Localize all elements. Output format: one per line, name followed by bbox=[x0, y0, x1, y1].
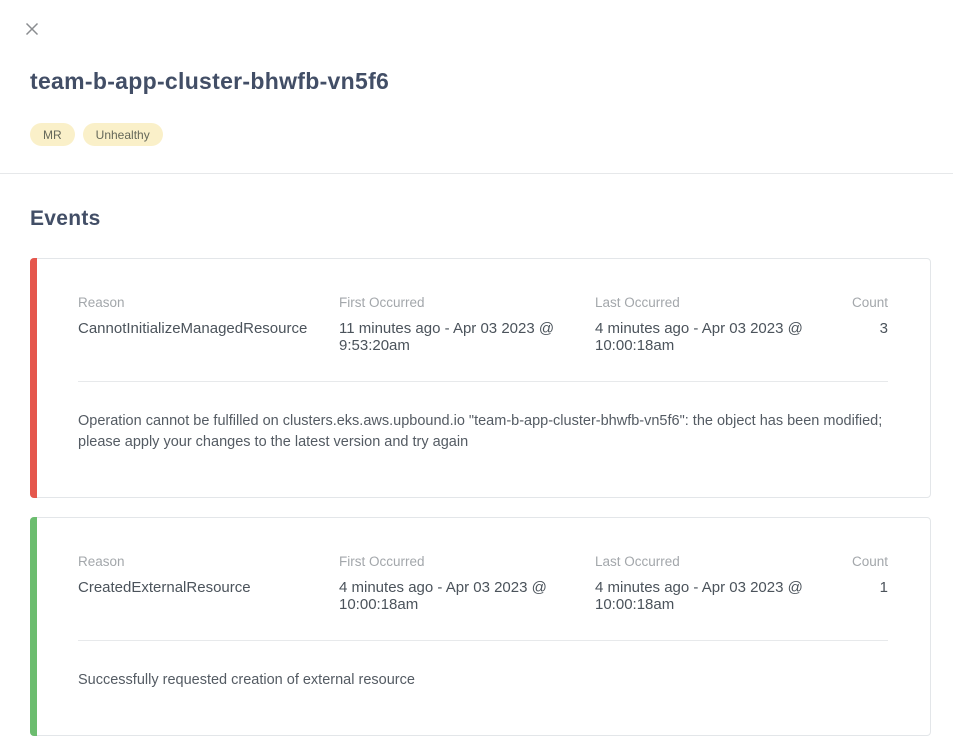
event-status-bar-error bbox=[30, 258, 37, 498]
event-count-column: Count 3 bbox=[851, 295, 888, 354]
events-list: Reason CannotInitializeManagedResource F… bbox=[30, 258, 931, 736]
column-header-reason: Reason bbox=[78, 554, 339, 570]
close-icon bbox=[25, 22, 39, 36]
event-card-divider bbox=[78, 381, 888, 382]
event-first-occurred-column: First Occurred 4 minutes ago - Apr 03 20… bbox=[339, 554, 595, 613]
event-reason-column: Reason CreatedExternalResource bbox=[78, 554, 339, 613]
event-first-occurred-column: First Occurred 11 minutes ago - Apr 03 2… bbox=[339, 295, 595, 354]
event-card-success: Reason CreatedExternalResource First Occ… bbox=[30, 517, 931, 736]
event-card-body: Reason CreatedExternalResource First Occ… bbox=[31, 518, 930, 735]
column-header-first-occurred: First Occurred bbox=[339, 295, 569, 311]
event-status-bar-success bbox=[30, 517, 37, 736]
event-reason-column: Reason CannotInitializeManagedResource bbox=[78, 295, 339, 354]
events-section-title: Events bbox=[30, 206, 953, 231]
close-button[interactable] bbox=[23, 20, 41, 38]
event-count-value: 3 bbox=[851, 320, 888, 337]
column-header-reason: Reason bbox=[78, 295, 339, 311]
column-header-last-occurred: Last Occurred bbox=[595, 295, 825, 311]
resource-detail-header: team-b-app-cluster-bhwfb-vn5f6 MR Unheal… bbox=[0, 0, 953, 146]
event-reason-value: CannotInitializeManagedResource bbox=[78, 320, 339, 337]
header-divider bbox=[0, 173, 953, 174]
event-meta-row: Reason CannotInitializeManagedResource F… bbox=[78, 295, 888, 354]
event-last-occurred-column: Last Occurred 4 minutes ago - Apr 03 202… bbox=[595, 295, 851, 354]
column-header-count: Count bbox=[851, 554, 888, 570]
event-first-occurred-value: 11 minutes ago - Apr 03 2023 @ 9:53:20am bbox=[339, 320, 569, 354]
badges-row: MR Unhealthy bbox=[30, 123, 923, 146]
badge-kind: MR bbox=[30, 123, 75, 146]
event-last-occurred-value: 4 minutes ago - Apr 03 2023 @ 10:00:18am bbox=[595, 320, 825, 354]
event-message: Operation cannot be fulfilled on cluster… bbox=[78, 411, 888, 453]
column-header-count: Count bbox=[851, 295, 888, 311]
event-count-column: Count 1 bbox=[851, 554, 888, 613]
badge-health-status: Unhealthy bbox=[83, 123, 163, 146]
event-last-occurred-column: Last Occurred 4 minutes ago - Apr 03 202… bbox=[595, 554, 851, 613]
event-first-occurred-value: 4 minutes ago - Apr 03 2023 @ 10:00:18am bbox=[339, 579, 569, 613]
event-last-occurred-value: 4 minutes ago - Apr 03 2023 @ 10:00:18am bbox=[595, 579, 825, 613]
event-meta-row: Reason CreatedExternalResource First Occ… bbox=[78, 554, 888, 613]
event-reason-value: CreatedExternalResource bbox=[78, 579, 339, 596]
column-header-last-occurred: Last Occurred bbox=[595, 554, 825, 570]
event-card-error: Reason CannotInitializeManagedResource F… bbox=[30, 258, 931, 498]
event-message: Successfully requested creation of exter… bbox=[78, 670, 888, 691]
column-header-first-occurred: First Occurred bbox=[339, 554, 569, 570]
event-card-divider bbox=[78, 640, 888, 641]
event-count-value: 1 bbox=[851, 579, 888, 596]
page-title: team-b-app-cluster-bhwfb-vn5f6 bbox=[30, 68, 923, 95]
event-card-body: Reason CannotInitializeManagedResource F… bbox=[31, 259, 930, 497]
